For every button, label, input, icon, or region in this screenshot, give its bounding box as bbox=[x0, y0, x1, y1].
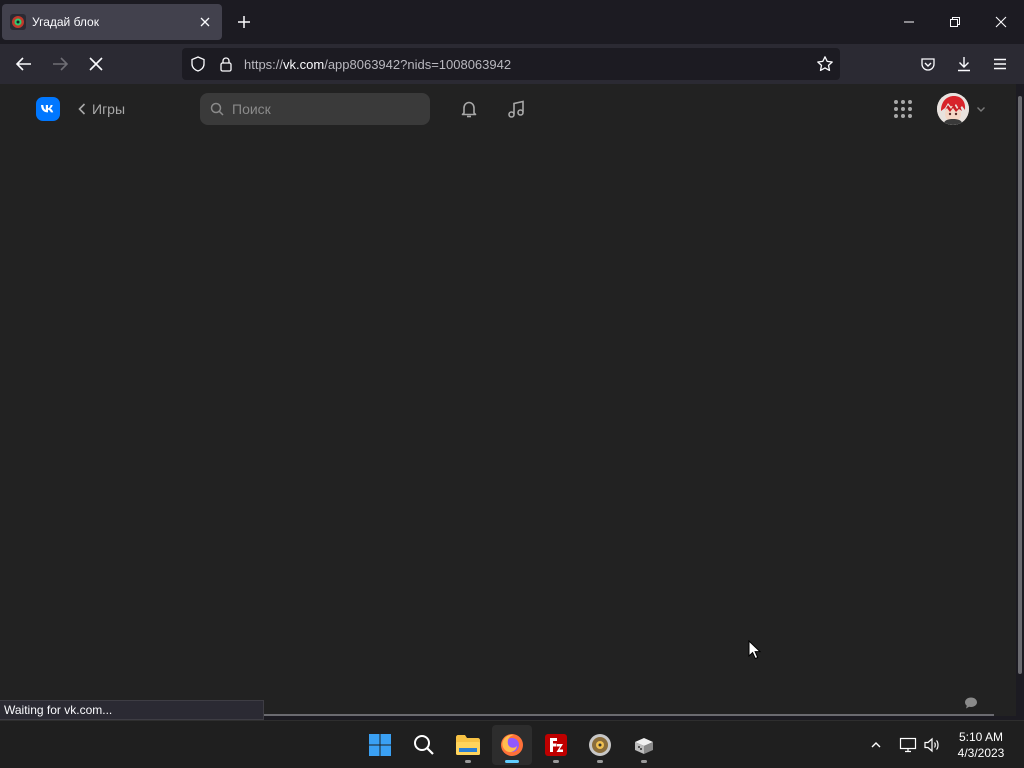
active-indicator bbox=[505, 760, 519, 763]
taskbar-start-button[interactable] bbox=[360, 725, 400, 765]
chevron-up-icon[interactable] bbox=[866, 735, 886, 755]
running-indicator bbox=[641, 760, 647, 763]
url-prefix: https:// bbox=[244, 56, 284, 72]
network-icon[interactable] bbox=[898, 735, 918, 755]
nav-toolbar: https://vk.com/app8063942?nids=100806394… bbox=[0, 44, 1024, 84]
running-indicator bbox=[553, 760, 559, 763]
firefox-icon bbox=[501, 734, 523, 756]
url-bar[interactable]: https://vk.com/app8063942?nids=100806394… bbox=[182, 48, 840, 80]
vk-header: Игры bbox=[0, 84, 1016, 134]
vk-logo-icon[interactable] bbox=[36, 97, 60, 121]
close-tab-icon[interactable] bbox=[196, 13, 214, 31]
stop-loading-icon[interactable] bbox=[82, 50, 110, 78]
tab-strip: Угадай блок bbox=[0, 0, 1024, 44]
url-host: vk.com bbox=[283, 56, 325, 72]
avatar[interactable] bbox=[937, 93, 969, 125]
status-bar: Waiting for vk.com... bbox=[0, 700, 264, 720]
page-content: Игры bbox=[0, 84, 1016, 716]
system-clock[interactable]: 5:10 AM 4/3/2023 bbox=[948, 729, 1014, 761]
search-icon bbox=[210, 102, 224, 116]
clock-time: 5:10 AM bbox=[958, 730, 1004, 744]
tracking-shield-icon[interactable] bbox=[190, 56, 206, 72]
minimize-icon[interactable] bbox=[895, 8, 923, 36]
vk-search-box[interactable] bbox=[200, 93, 430, 125]
tab-title: Угадай блок bbox=[32, 15, 99, 29]
app-box-icon bbox=[635, 738, 653, 754]
tab-active[interactable]: Угадай блок bbox=[2, 4, 222, 40]
filezilla-icon bbox=[545, 734, 567, 756]
taskbar-file-explorer[interactable] bbox=[448, 725, 488, 765]
music-note-icon[interactable] bbox=[504, 97, 528, 121]
tab-favicon-icon bbox=[10, 14, 26, 30]
downloads-icon[interactable] bbox=[950, 50, 978, 78]
back-arrow-icon[interactable] bbox=[10, 50, 38, 78]
taskbar-firefox[interactable] bbox=[492, 725, 532, 765]
chevron-left-icon bbox=[78, 103, 86, 115]
apps-grid-icon[interactable] bbox=[891, 97, 915, 121]
taskbar-filezilla[interactable] bbox=[536, 725, 576, 765]
url-text[interactable]: https://vk.com/app8063942?nids=100806394… bbox=[244, 57, 816, 72]
horizontal-scrollbar[interactable] bbox=[264, 714, 994, 716]
media-disc-icon bbox=[589, 734, 611, 756]
bookmark-star-icon[interactable] bbox=[816, 55, 834, 73]
status-text: Waiting for vk.com... bbox=[4, 703, 113, 717]
volume-icon[interactable] bbox=[922, 735, 942, 755]
running-indicator bbox=[597, 760, 603, 763]
menu-hamburger-icon[interactable] bbox=[986, 50, 1014, 78]
windows-start-icon bbox=[369, 734, 391, 756]
restore-icon[interactable] bbox=[941, 8, 969, 36]
taskbar-app[interactable] bbox=[624, 725, 664, 765]
lock-icon[interactable] bbox=[218, 56, 234, 72]
scrollbar-thumb[interactable] bbox=[1018, 96, 1022, 674]
taskbar-media-player[interactable] bbox=[580, 725, 620, 765]
running-indicator bbox=[465, 760, 471, 763]
pocket-icon[interactable] bbox=[914, 50, 942, 78]
taskbar-search-button[interactable] bbox=[404, 725, 444, 765]
mouse-cursor-icon bbox=[748, 640, 762, 660]
search-icon bbox=[414, 735, 434, 755]
back-link-label: Игры bbox=[92, 101, 126, 117]
scrollbar[interactable] bbox=[1016, 84, 1024, 716]
close-window-icon[interactable] bbox=[987, 8, 1015, 36]
back-to-games-link[interactable]: Игры bbox=[78, 98, 125, 120]
chat-bubble-icon[interactable] bbox=[964, 696, 978, 710]
folder-icon bbox=[456, 735, 480, 755]
clock-date: 4/3/2023 bbox=[957, 746, 1005, 760]
notifications-bell-icon[interactable] bbox=[457, 97, 481, 121]
new-tab-icon[interactable] bbox=[232, 10, 256, 34]
search-input[interactable] bbox=[232, 101, 412, 117]
taskbar: 5:10 AM 4/3/2023 bbox=[0, 720, 1024, 768]
url-path: /app8063942?nids=1008063942 bbox=[324, 56, 512, 72]
forward-arrow-icon[interactable] bbox=[46, 50, 74, 78]
chevron-down-icon[interactable] bbox=[975, 103, 987, 115]
